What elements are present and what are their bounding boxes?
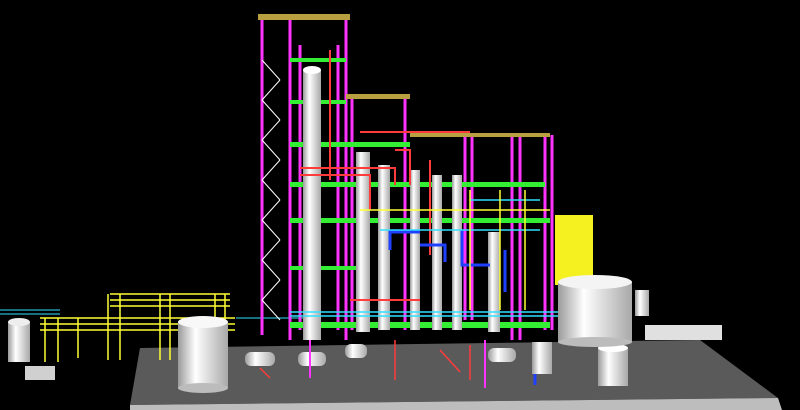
tower-top-grating — [258, 14, 350, 20]
right-pad — [645, 325, 722, 340]
stair-tower — [261, 59, 281, 321]
right-grating — [410, 133, 550, 137]
process-plant-3d-view — [0, 14, 782, 410]
small-tank-far-right — [635, 290, 649, 316]
yellow-building — [555, 215, 593, 285]
mid-grating — [346, 94, 410, 99]
left-small-vessels — [8, 318, 55, 380]
column-secondary — [356, 152, 500, 332]
column-main — [303, 66, 321, 340]
storage-tank-right — [558, 275, 632, 347]
storage-tank-left — [178, 316, 228, 393]
